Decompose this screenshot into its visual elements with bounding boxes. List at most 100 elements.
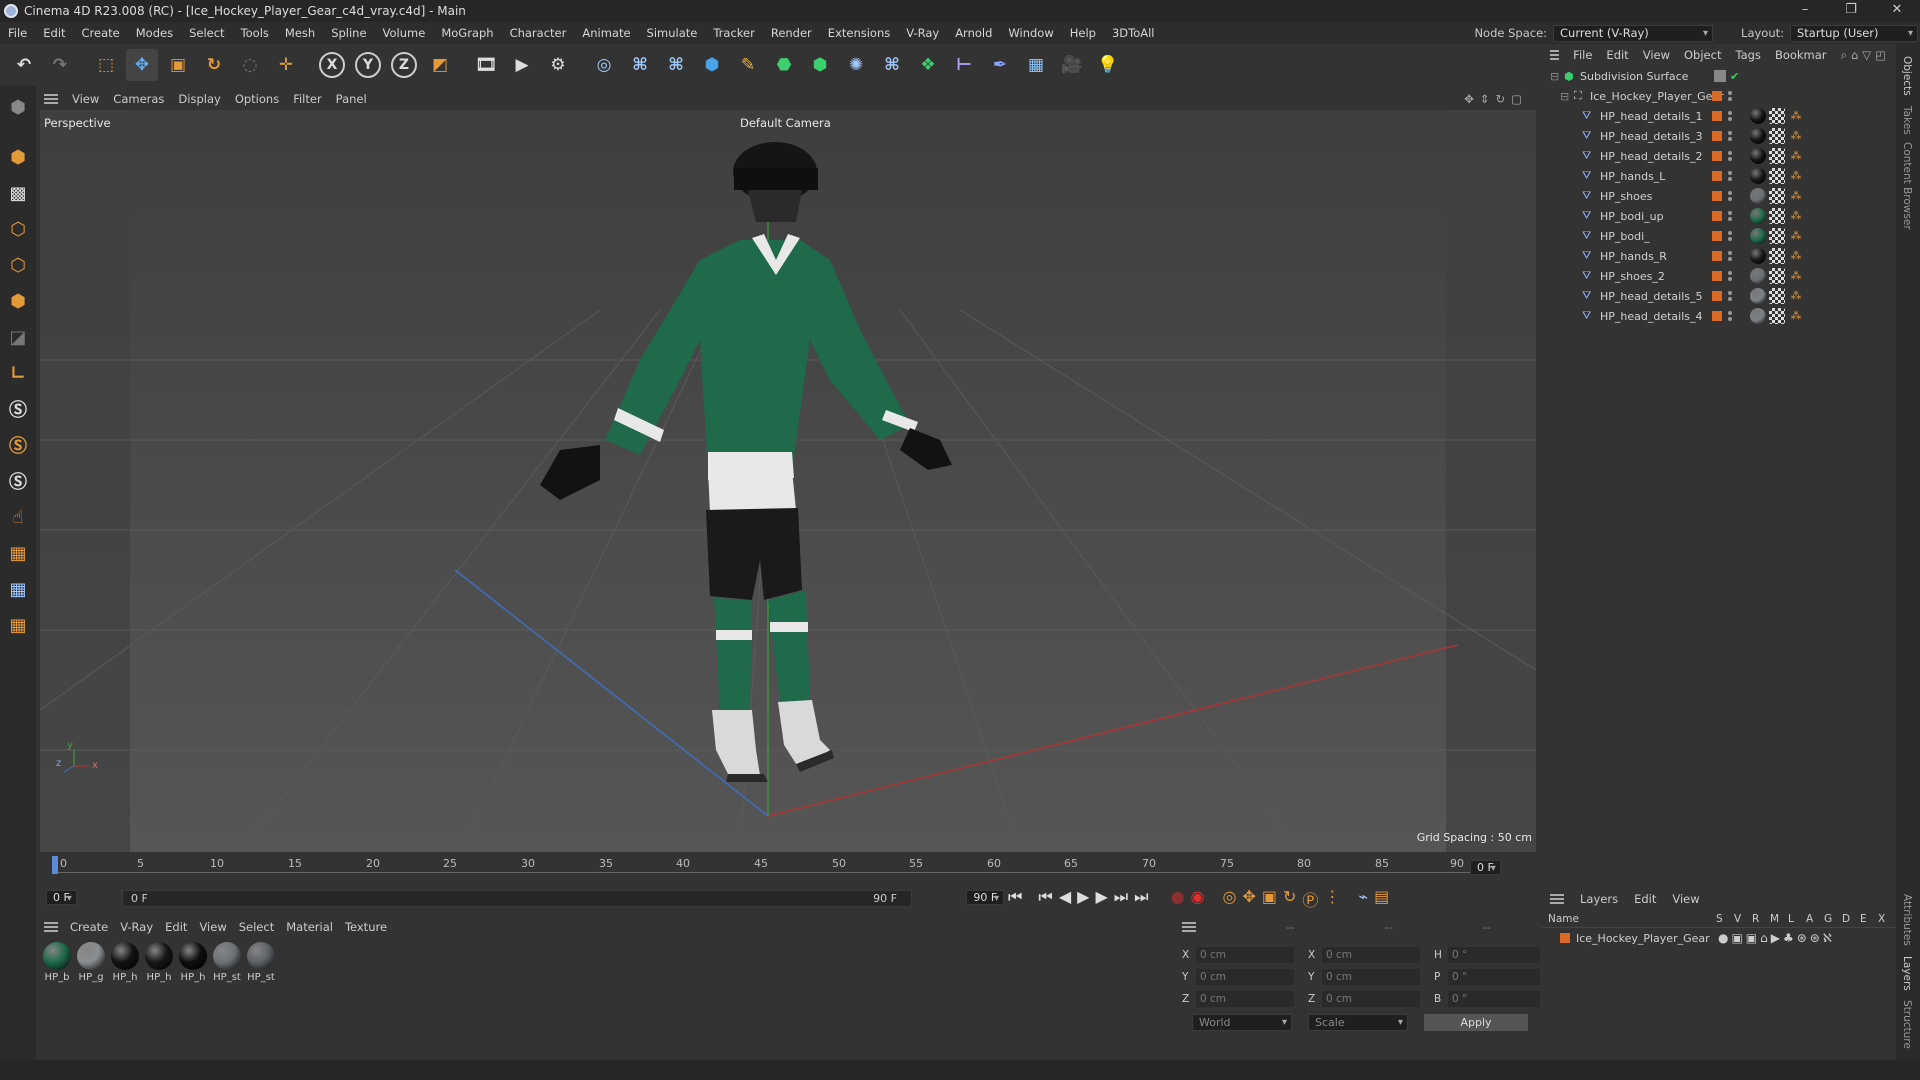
texture-tag-icon[interactable]: ⁂ <box>1788 208 1804 224</box>
deformer-icon[interactable]: ⊢ <box>948 49 980 81</box>
y-axis-lock-icon[interactable]: Y <box>352 49 384 81</box>
viewport-menu-display[interactable]: Display <box>178 92 220 106</box>
undo-icon[interactable]: ↶ <box>8 49 40 81</box>
object-name-group[interactable]: Ice_Hockey_Player_Gear <box>1590 90 1724 103</box>
menu-render[interactable]: Render <box>763 26 820 40</box>
object-name[interactable]: HP_bodi_up <box>1600 210 1664 223</box>
light-icon[interactable]: 💡 <box>1092 49 1124 81</box>
object-menu-icon[interactable] <box>1550 50 1560 60</box>
polygons-mode-icon[interactable]: ⬢ <box>3 286 33 316</box>
object-row[interactable]: ⛛ HP_head_details_5 ⁂ <box>1542 286 1896 306</box>
material-swatch[interactable]: HP_h <box>178 942 208 983</box>
viewport-menu-view[interactable]: View <box>72 92 99 106</box>
layer-flag-icons[interactable]: ●▣▣⌂▶♣⊛⊛ℵ <box>1718 931 1835 945</box>
minimize-icon[interactable]: – <box>1782 0 1828 22</box>
render-toggle-icon[interactable] <box>1714 70 1726 82</box>
viewport-menu-cameras[interactable]: Cameras <box>113 92 164 106</box>
redo-icon[interactable]: ↷ <box>44 49 76 81</box>
viewport-menu-options[interactable]: Options <box>235 92 279 106</box>
menu-arnold[interactable]: Arnold <box>947 26 1000 40</box>
go-to-start-icon[interactable]: ⏮ <box>1008 887 1022 911</box>
position-field[interactable]: 0 cm <box>1196 991 1294 1007</box>
object-row[interactable]: ⛛ HP_hands_R ⁂ <box>1542 246 1896 266</box>
layer-color-swatch[interactable] <box>1560 933 1570 943</box>
material-menu-icon[interactable] <box>44 922 58 932</box>
object-menu-tags[interactable]: Tags <box>1735 48 1760 62</box>
visibility-dots-icon[interactable] <box>1728 209 1732 223</box>
object-row[interactable]: ⛛ HP_head_details_1 ⁂ <box>1542 106 1896 126</box>
points-mode-icon[interactable]: ⬡ <box>3 214 33 244</box>
texture-tag-icon[interactable]: ⁂ <box>1788 188 1804 204</box>
texture-tag-icon[interactable]: ⁂ <box>1788 148 1804 164</box>
workplane-icon[interactable]: ▦ <box>3 538 33 568</box>
texture-tag-icon[interactable]: ⁂ <box>1788 168 1804 184</box>
transform-icon[interactable]: ✛ <box>270 49 302 81</box>
uvw-tag-icon[interactable] <box>1769 288 1785 304</box>
cube-icon[interactable]: ⬢ <box>696 49 728 81</box>
material-menu-create[interactable]: Create <box>70 920 108 934</box>
material-tag-icon[interactable] <box>1750 128 1766 144</box>
enabled-check-icon[interactable]: ✔ <box>1730 70 1739 83</box>
visibility-dots-icon[interactable] <box>1728 169 1732 183</box>
material-tag-icon[interactable] <box>1750 248 1766 264</box>
end-frame-field[interactable]: 90 F <box>966 890 1005 905</box>
key-rotation-icon[interactable]: ↻ <box>1283 887 1296 911</box>
material-swatch[interactable]: HP_st <box>212 942 242 983</box>
menu-tracker[interactable]: Tracker <box>705 26 763 40</box>
object-name[interactable]: HP_hands_L <box>1600 170 1665 183</box>
object-menu-bookmarks[interactable]: Bookmar <box>1775 48 1827 62</box>
coordinate-mode-select[interactable]: World <box>1192 1014 1292 1031</box>
render-settings-icon[interactable]: ⚙ <box>542 49 574 81</box>
menu-volume[interactable]: Volume <box>375 26 434 40</box>
material-tag-icon[interactable] <box>1750 168 1766 184</box>
axis-mode-icon[interactable]: ∟ <box>3 358 33 388</box>
keyframe-selection-icon[interactable]: ◎ <box>1223 887 1237 911</box>
camera-icon[interactable]: 🎥 <box>1056 49 1088 81</box>
visibility-dots-icon[interactable] <box>1728 189 1732 203</box>
object-search-icons[interactable]: ⌕⌂▽◰ <box>1841 48 1890 63</box>
object-row[interactable]: ⛛ HP_bodi_up ⁂ <box>1542 206 1896 226</box>
viewport-menu-panel[interactable]: Panel <box>336 92 367 106</box>
render-view-icon[interactable]: ▶ <box>506 49 538 81</box>
floor-icon[interactable]: ▦ <box>1020 49 1052 81</box>
key-pla-icon[interactable]: ⋮ <box>1324 887 1340 911</box>
tab-layers[interactable]: Layers <box>1901 956 1913 991</box>
viewport-nav-icons[interactable]: ✥⇕↻▢ <box>1464 92 1528 106</box>
material-tag-icon[interactable] <box>1750 288 1766 304</box>
python-icon[interactable]: ⌘ <box>624 49 656 81</box>
menu-simulate[interactable]: Simulate <box>639 26 706 40</box>
object-name[interactable]: HP_head_details_3 <box>1600 130 1703 143</box>
visibility-dots-icon[interactable] <box>1728 129 1732 143</box>
menu-extensions[interactable]: Extensions <box>820 26 898 40</box>
visibility-dots-icon[interactable] <box>1728 229 1732 243</box>
extrude-icon[interactable]: ⬢ <box>804 49 836 81</box>
key-position-icon[interactable]: ✥ <box>1242 887 1255 911</box>
object-row[interactable]: ⛛ HP_head_details_2 ⁂ <box>1542 146 1896 166</box>
layer-menu-edit[interactable]: Edit <box>1634 892 1656 906</box>
material-tag-icon[interactable] <box>1750 268 1766 284</box>
texture-tag-icon[interactable]: ⁂ <box>1788 108 1804 124</box>
menu-spline[interactable]: Spline <box>323 26 374 40</box>
texture-tag-icon[interactable]: ⁂ <box>1788 128 1804 144</box>
material-swatch[interactable]: HP_h <box>144 942 174 983</box>
collapse-icon[interactable]: ⊟ <box>1550 70 1559 83</box>
layer-menu-icon[interactable] <box>1550 894 1564 904</box>
material-menu-texture[interactable]: Texture <box>345 920 387 934</box>
restore-icon[interactable]: ❐ <box>1828 0 1874 22</box>
object-row[interactable]: ⛛ HP_bodi_ ⁂ <box>1542 226 1896 246</box>
locked-workplane-icon[interactable]: ▦ <box>3 574 33 604</box>
texture-tag-icon[interactable]: ⁂ <box>1788 248 1804 264</box>
menu-vray[interactable]: V-Ray <box>898 26 947 40</box>
uvw-tag-icon[interactable] <box>1769 128 1785 144</box>
menu-mograph[interactable]: MoGraph <box>433 26 501 40</box>
object-name[interactable]: HP_bodi_ <box>1600 230 1650 243</box>
object-row-group[interactable]: ⊟ ⛶ Ice_Hockey_Player_Gear <box>1542 86 1896 106</box>
timeline-ruler[interactable]: 0 5 10 15 20 25 30 35 40 45 50 55 60 65 … <box>40 854 1536 884</box>
uvw-tag-icon[interactable] <box>1769 148 1785 164</box>
apply-button[interactable]: Apply <box>1424 1014 1528 1031</box>
subdivision-icon[interactable]: ⬣ <box>768 49 800 81</box>
uvw-tag-icon[interactable] <box>1769 248 1785 264</box>
visibility-dots-icon[interactable] <box>1728 109 1732 123</box>
cloner-icon[interactable]: ✺ <box>840 49 872 81</box>
menu-window[interactable]: Window <box>1000 26 1061 40</box>
